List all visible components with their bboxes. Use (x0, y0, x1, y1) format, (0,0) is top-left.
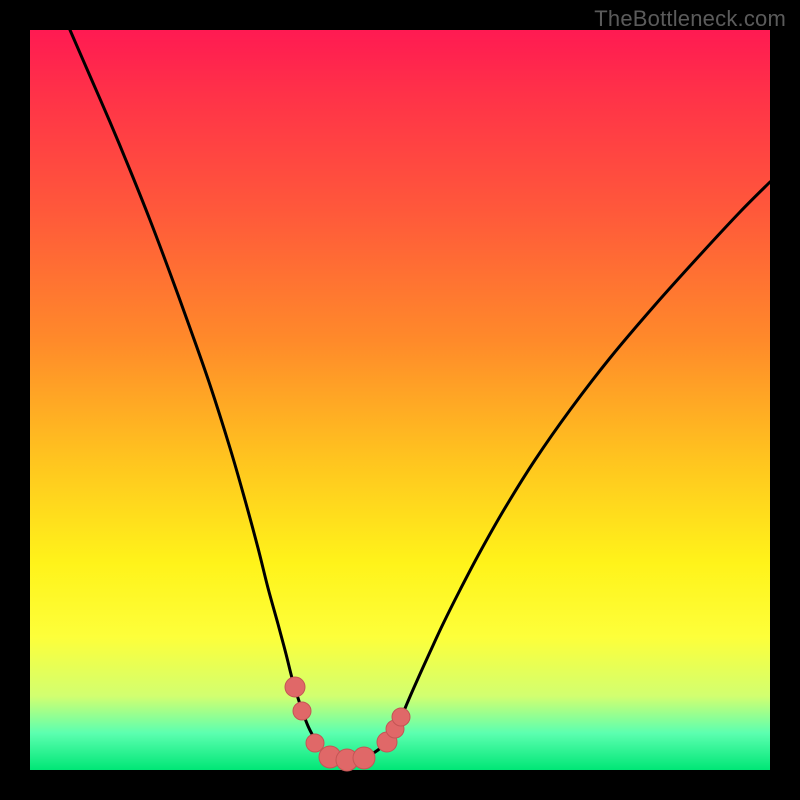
curve-left (70, 30, 350, 760)
curve-right (350, 182, 770, 760)
curve-marker (353, 747, 375, 769)
chart-frame: TheBottleneck.com (0, 0, 800, 800)
curve-marker (392, 708, 410, 726)
curve-marker (306, 734, 324, 752)
curve-svg (30, 30, 770, 770)
watermark-text: TheBottleneck.com (594, 6, 786, 32)
curve-markers (285, 677, 410, 771)
curve-marker (285, 677, 305, 697)
curve-marker (293, 702, 311, 720)
plot-area (30, 30, 770, 770)
